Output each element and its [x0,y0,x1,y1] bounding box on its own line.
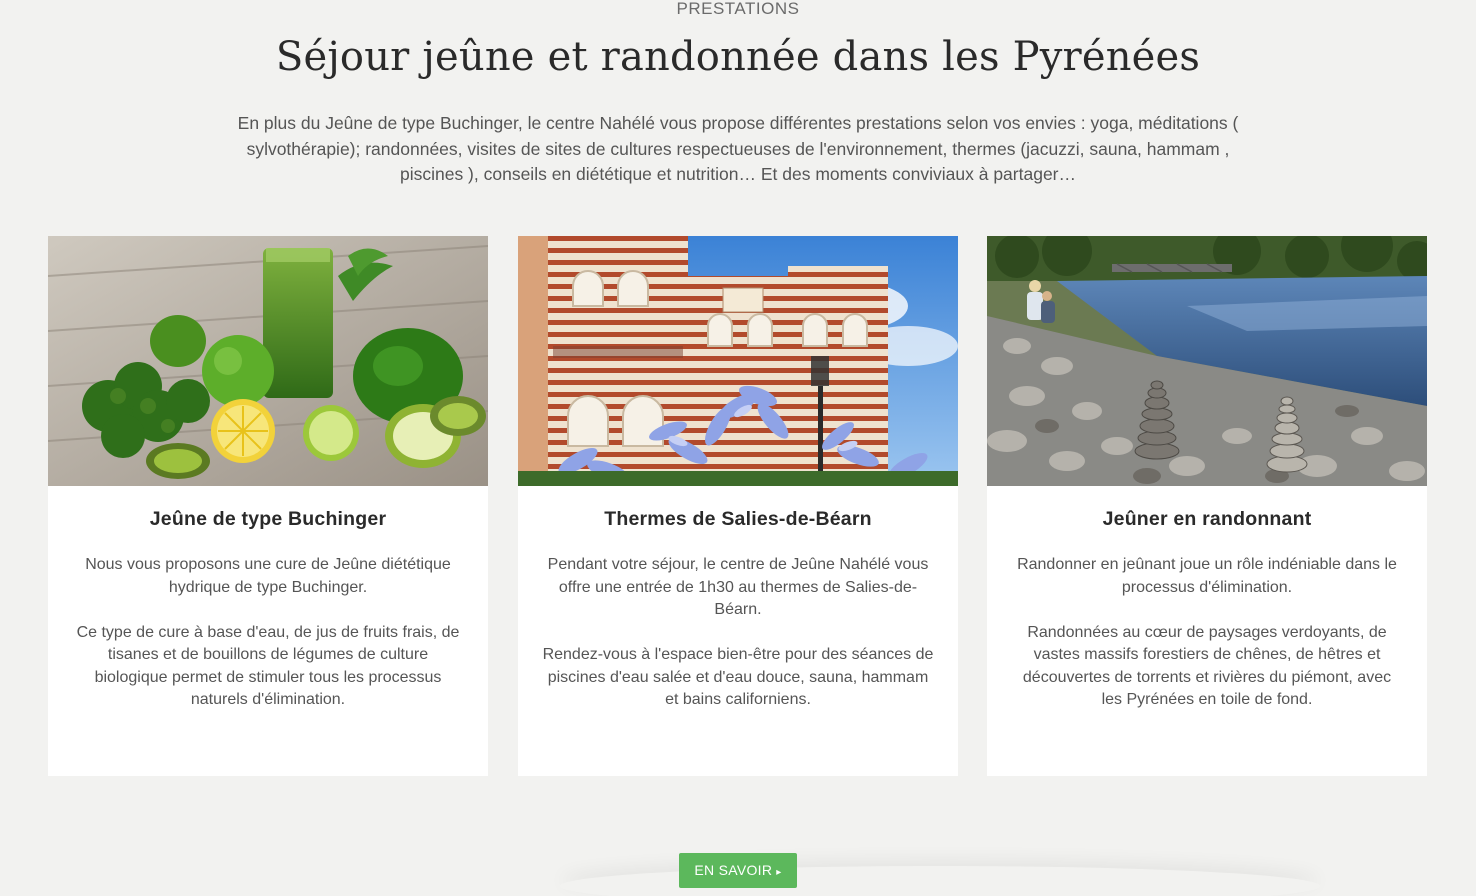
service-card-randonnee: Jeûner en randonnant Randonner en jeûnan… [987,236,1427,776]
card-description: Pendant votre séjour, le centre de Jeûne… [542,554,934,712]
card-title[interactable]: Jeûner en randonnant [987,508,1427,531]
thermal-building-photo[interactable] [518,236,958,486]
green-juice-photo[interactable] [48,236,488,486]
service-card-thermes: Thermes de Salies-de-Béarn Pendant votre… [518,236,958,776]
card-paragraph: Rendez-vous à l'espace bien-être pour de… [542,646,934,708]
learn-more-button[interactable]: EN SAVOIR ▸ [679,853,797,888]
card-title[interactable]: Thermes de Salies-de-Béarn [518,508,958,531]
card-description: Nous vous proposons une cure de Jeûne di… [72,554,464,712]
page-title: Séjour jeûne et randonnée dans les Pyrén… [275,34,1201,80]
section-kicker: PRESTATIONS [676,0,800,18]
cta-container: EN SAVOIR ▸ [0,853,1476,888]
card-paragraph: Randonnées au cœur de paysages verdoyant… [1022,623,1392,709]
card-paragraph: Ce type de cure à base d'eau, de jus de … [76,623,460,709]
card-title[interactable]: Jeûne de type Buchinger [48,508,488,531]
arrow-right-icon: ▸ [776,867,782,878]
intro-text: En plus du Jeûne de type Buchinger, le c… [237,113,1239,184]
service-card-buchinger: Jeûne de type Buchinger Nous vous propos… [48,236,488,776]
card-description: Randonner en jeûnant joue un rôle indéni… [1011,554,1403,712]
card-paragraph: Randonner en jeûnant joue un rôle indéni… [1017,556,1397,596]
learn-more-label: EN SAVOIR [694,862,773,878]
river-cairns-photo[interactable] [987,236,1427,486]
card-paragraph: Pendant votre séjour, le centre de Jeûne… [547,556,929,618]
card-paragraph: Nous vous proposons une cure de Jeûne di… [85,556,451,596]
